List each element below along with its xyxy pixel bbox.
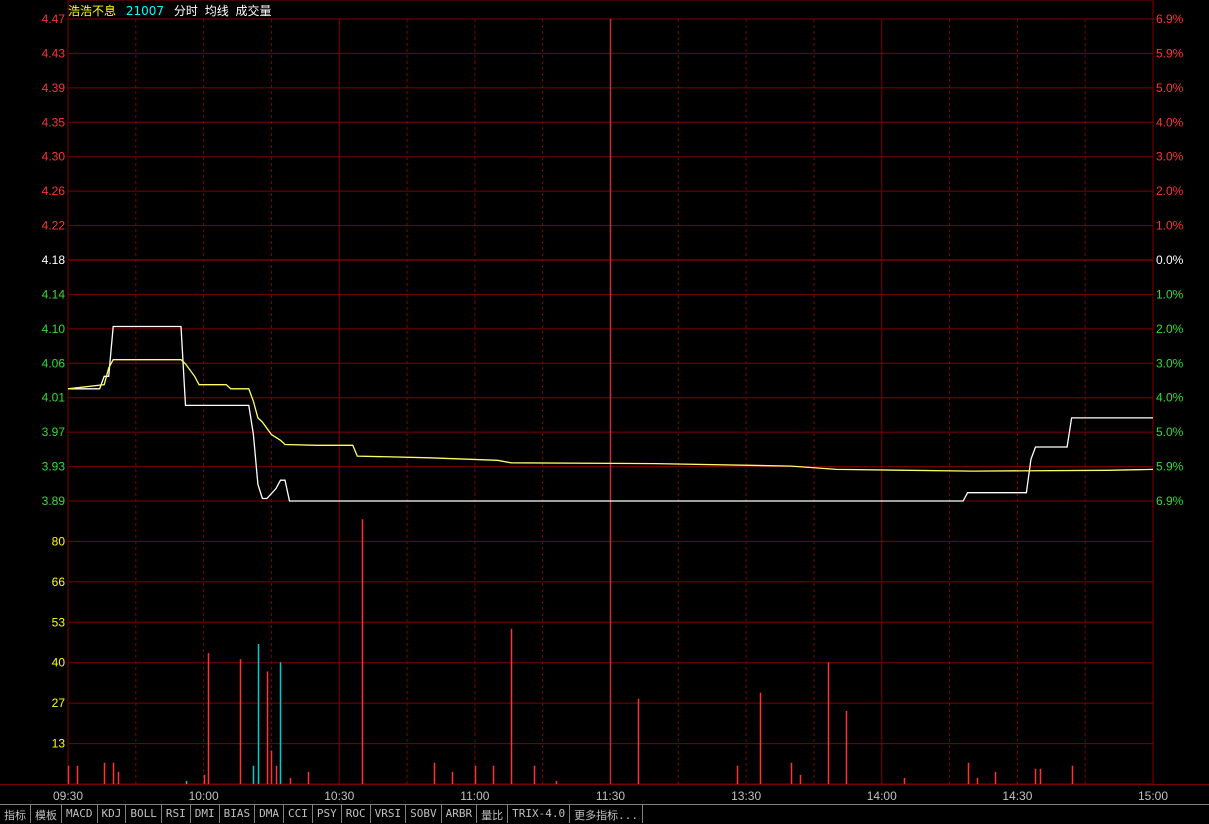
percent-tick-label: 4.0% (1156, 391, 1184, 405)
volume-tick-label: 27 (52, 696, 66, 710)
toolbar-item-7[interactable]: BIAS (220, 805, 256, 823)
toolbar-item-13[interactable]: SOBV (406, 805, 442, 823)
percent-tick-label: 6.9% (1156, 494, 1184, 508)
price-tick-label: 4.18 (42, 253, 66, 267)
time-tick-label: 13:30 (731, 789, 761, 803)
stock-name: 浩浩不息 (68, 4, 117, 18)
toolbar-item-15[interactable]: 量比 (477, 805, 509, 823)
toolbar-item-1[interactable]: 模板 (31, 805, 62, 823)
percent-tick-label: 2.0% (1156, 322, 1184, 336)
price-tick-label: 3.89 (42, 494, 66, 508)
toolbar-item-5[interactable]: RSI (162, 805, 191, 823)
percent-tick-label: 1.0% (1156, 287, 1184, 301)
indicator-toolbar: 指标 模板 MACD KDJ BOLL RSI DMI BIAS DMA CCI PSY ROC VRS… (0, 804, 1209, 824)
percent-tick-label: 3.0% (1156, 356, 1184, 370)
toolbar-item-4[interactable]: BOLL (126, 805, 162, 823)
toolbar-item-3[interactable]: KDJ (98, 805, 127, 823)
time-tick-label: 15:00 (1138, 789, 1168, 803)
volume-tick-label: 66 (52, 575, 66, 589)
label-average: 均线 (204, 4, 229, 18)
price-tick-label: 4.39 (42, 81, 66, 95)
price-tick-label: 4.10 (42, 322, 66, 336)
price-tick-label: 4.26 (42, 184, 66, 198)
percent-tick-label: 5.0% (1156, 81, 1184, 95)
price-tick-label: 4.35 (42, 115, 66, 129)
price-tick-label: 4.43 (42, 46, 66, 60)
toolbar-item-9[interactable]: CCI (284, 805, 313, 823)
percent-tick-label: 5.9% (1156, 460, 1184, 474)
toolbar-item-11[interactable]: ROC (342, 805, 371, 823)
price-tick-label: 3.93 (42, 460, 66, 474)
toolbar-item-16[interactable]: TRIX-4.0 (508, 805, 571, 823)
percent-tick-label: 5.9% (1156, 46, 1184, 60)
price-tick-label: 4.22 (42, 219, 66, 233)
time-tick-label: 14:00 (867, 789, 897, 803)
price-tick-label: 4.01 (42, 391, 66, 405)
chart-header: 浩浩不息 21007 分时 均线 成交量 (68, 2, 278, 19)
toolbar-item-6[interactable]: DMI (191, 805, 220, 823)
toolbar-item-17[interactable]: 更多指标... (570, 805, 643, 823)
time-tick-label: 10:00 (189, 789, 219, 803)
volume-tick-label: 13 (52, 737, 66, 751)
volume-tick-label: 80 (52, 534, 66, 548)
label-volume: 成交量 (235, 4, 272, 18)
price-tick-label: 4.06 (42, 356, 66, 370)
time-tick-label: 11:30 (596, 789, 625, 803)
toolbar-item-14[interactable]: ARBR (442, 805, 478, 823)
percent-tick-label: 5.0% (1156, 425, 1184, 439)
price-tick-label: 4.47 (42, 12, 66, 26)
toolbar-item-12[interactable]: VRSI (371, 805, 407, 823)
price-tick-label: 4.14 (42, 287, 66, 301)
volume-tick-label: 53 (52, 615, 66, 629)
price-tick-label: 3.97 (42, 425, 66, 439)
percent-tick-label: 3.0% (1156, 150, 1184, 164)
price-tick-label: 4.30 (42, 150, 66, 164)
percent-tick-label: 0.0% (1156, 253, 1184, 267)
intraday-chart[interactable]: 4.47 6.9% 4.43 5.9% 4.39 5.0% 4.35 4.0% 4.30 3.0%… (0, 0, 1209, 804)
time-tick-label: 11:00 (460, 789, 489, 803)
stock-code: 21007 (125, 4, 165, 18)
volume-tick-label: 40 (52, 656, 66, 670)
time-tick-label: 10:30 (324, 789, 354, 803)
percent-tick-label: 6.9% (1156, 12, 1184, 26)
percent-tick-label: 2.0% (1156, 184, 1184, 198)
percent-tick-label: 4.0% (1156, 115, 1184, 129)
percent-tick-label: 1.0% (1156, 219, 1184, 233)
toolbar-item-8[interactable]: DMA (255, 805, 284, 823)
time-tick-label: 14:30 (1002, 789, 1032, 803)
toolbar-item-0[interactable]: 指标 (0, 805, 31, 823)
label-timeshare: 分时 (173, 4, 198, 18)
toolbar-item-10[interactable]: PSY (313, 805, 342, 823)
toolbar-item-2[interactable]: MACD (62, 805, 98, 823)
time-tick-label: 09:30 (53, 789, 83, 803)
